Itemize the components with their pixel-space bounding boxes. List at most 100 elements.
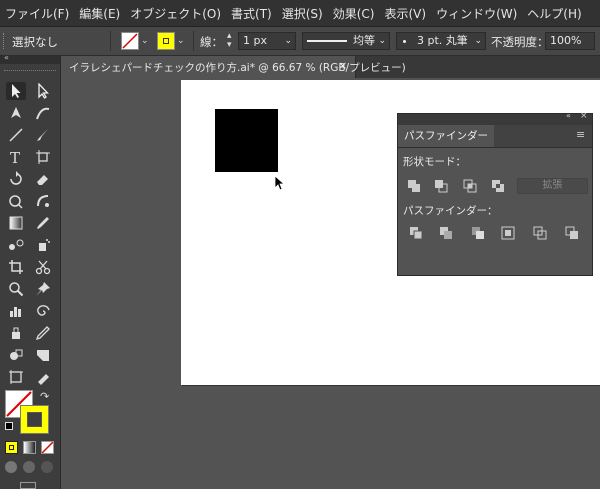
none-slash-icon: [41, 441, 54, 454]
slice-tool-icon[interactable]: [6, 368, 26, 386]
exclude-icon[interactable]: [489, 178, 507, 194]
chevron-down-icon[interactable]: ⌄: [141, 36, 149, 46]
blend-tool-icon[interactable]: [6, 236, 26, 254]
toolbar-header: «: [0, 53, 60, 64]
outline-icon[interactable]: [531, 225, 549, 241]
menu-help[interactable]: ヘルプ(H): [522, 5, 586, 22]
shape-builder-tool-icon[interactable]: [6, 346, 26, 364]
eyedropper-tool-icon[interactable]: [33, 214, 53, 232]
live-paint-tool-icon[interactable]: [6, 324, 26, 342]
draw-behind-icon[interactable]: [23, 461, 35, 473]
direct-selection-tool-icon[interactable]: [33, 82, 53, 100]
stroke-swatch-yellow[interactable]: [20, 405, 49, 434]
tools-panel: « T ↷: [0, 53, 61, 489]
paintbrush-tool-icon[interactable]: [33, 126, 53, 144]
type-tool-icon[interactable]: T: [6, 148, 26, 166]
stepper-icon[interactable]: ▴ ▾: [227, 32, 232, 50]
rotate-tool-icon[interactable]: [6, 170, 26, 188]
pencil-tool-icon[interactable]: [33, 324, 53, 342]
crop-icon[interactable]: [499, 225, 517, 241]
grip-icon: [4, 70, 56, 72]
spiral-tool-icon[interactable]: [33, 302, 53, 320]
intersect-icon[interactable]: [461, 178, 479, 194]
draw-normal-icon[interactable]: [5, 461, 17, 473]
minus-front-icon[interactable]: [432, 178, 450, 194]
close-icon[interactable]: ×: [580, 111, 588, 121]
pathfinders-label: パスファインダー：: [403, 205, 498, 217]
chevron-down-icon: ⌄: [378, 36, 386, 46]
menu-view[interactable]: 表示(V): [379, 5, 431, 22]
chevron-down-icon[interactable]: ⌄: [177, 36, 185, 46]
collapse-icon[interactable]: «: [566, 111, 571, 120]
stroke-weight-value: 1 px: [243, 34, 267, 47]
trim-icon[interactable]: [437, 225, 455, 241]
collapse-icon[interactable]: «: [4, 53, 9, 62]
menu-bar: ファイル(F) 編集(E) オブジェクト(O) 書式(T) 選択(S) 効果(C…: [0, 0, 600, 27]
selection-tool-icon[interactable]: [6, 82, 26, 100]
menu-object[interactable]: オブジェクト(O): [125, 5, 226, 22]
variable-width-profile[interactable]: 均等 ⌄: [302, 32, 390, 50]
tab-pathfinder[interactable]: パスファインダー: [398, 125, 494, 147]
curvature-tool-icon[interactable]: [33, 104, 53, 122]
panel-menu-icon[interactable]: ≡: [576, 128, 585, 141]
eraser-tool-icon[interactable]: [33, 170, 53, 188]
crop-tool-icon[interactable]: [6, 258, 26, 276]
none-slash-icon: [122, 33, 138, 49]
scissors-tool-icon[interactable]: [33, 258, 53, 276]
chevron-down-icon: ⌄: [474, 36, 482, 46]
default-colors-icon[interactable]: [5, 422, 13, 430]
screen-mode-icon[interactable]: [20, 482, 36, 489]
selection-status: 選択なし: [12, 35, 58, 49]
stroke-label: 線：: [200, 35, 223, 49]
line-tool-icon[interactable]: [6, 126, 26, 144]
menu-type[interactable]: 書式(T): [226, 5, 277, 22]
graph-tool-icon[interactable]: [6, 302, 26, 320]
minus-back-icon[interactable]: [563, 225, 581, 241]
symbol-sprayer-tool-icon[interactable]: [33, 236, 53, 254]
divide-icon[interactable]: [407, 225, 425, 241]
perspective-grid-tool-icon[interactable]: [33, 346, 53, 364]
stroke-square-icon: [163, 38, 169, 44]
merge-icon[interactable]: [469, 225, 487, 241]
panel-tab-row: パスファインダー ≡: [398, 125, 592, 148]
black-square-object[interactable]: [215, 109, 278, 172]
color-mode-button[interactable]: [5, 441, 18, 454]
unite-icon[interactable]: [405, 178, 423, 194]
brush-dot-icon: [403, 40, 406, 43]
free-transform-tool-icon[interactable]: [33, 192, 53, 210]
menu-file[interactable]: ファイル(F): [0, 5, 74, 22]
opacity-label[interactable]: 不透明度：: [491, 34, 549, 50]
gradient-tool-icon[interactable]: [6, 214, 26, 232]
shape-modes-label: 形状モード：: [403, 156, 466, 168]
zoom-tool-icon[interactable]: [6, 280, 26, 298]
svg-text:T: T: [10, 149, 20, 165]
menu-effect[interactable]: 効果(C): [328, 5, 380, 22]
pin-tool-icon[interactable]: [33, 280, 53, 298]
brush-label: 3 pt. 丸筆: [417, 34, 468, 47]
document-tab[interactable]: イラレシェパードチェックの作り方.ai* @ 66.67 % (RGB/プレビュ…: [61, 56, 406, 78]
menu-select[interactable]: 選択(S): [277, 5, 328, 22]
expand-button[interactable]: 拡張: [517, 178, 588, 194]
eraser-pencil-tool-icon[interactable]: [33, 368, 53, 386]
fill-none-swatch[interactable]: [121, 32, 139, 50]
stroke-hole: [27, 412, 42, 427]
draw-inside-icon[interactable]: [41, 461, 53, 473]
opacity-field[interactable]: 100%: [545, 32, 595, 50]
panel-header: « ×: [398, 111, 592, 125]
close-icon[interactable]: ×: [338, 59, 347, 72]
brush-definition[interactable]: 3 pt. 丸筆 ⌄: [396, 32, 486, 50]
swap-fill-stroke-icon[interactable]: ↷: [40, 390, 49, 403]
artboard-tool-icon[interactable]: [33, 148, 53, 166]
profile-label: 均等: [353, 34, 375, 47]
document-title: イラレシェパードチェックの作り方.ai* @ 66.67 % (RGB/プレビュ…: [69, 62, 406, 74]
menu-edit[interactable]: 編集(E): [74, 5, 125, 22]
warp-tool-icon[interactable]: [6, 192, 26, 210]
pen-tool-icon[interactable]: [6, 104, 26, 122]
stroke-weight-field[interactable]: 1 px ⌄: [238, 32, 296, 50]
gradient-mode-button[interactable]: [23, 441, 36, 454]
chevron-down-icon: ⌄: [284, 36, 292, 46]
grip-icon: [3, 33, 7, 49]
none-mode-button[interactable]: [41, 441, 54, 454]
stroke-swatch[interactable]: [157, 32, 175, 50]
menu-window[interactable]: ウィンドウ(W): [431, 5, 522, 22]
